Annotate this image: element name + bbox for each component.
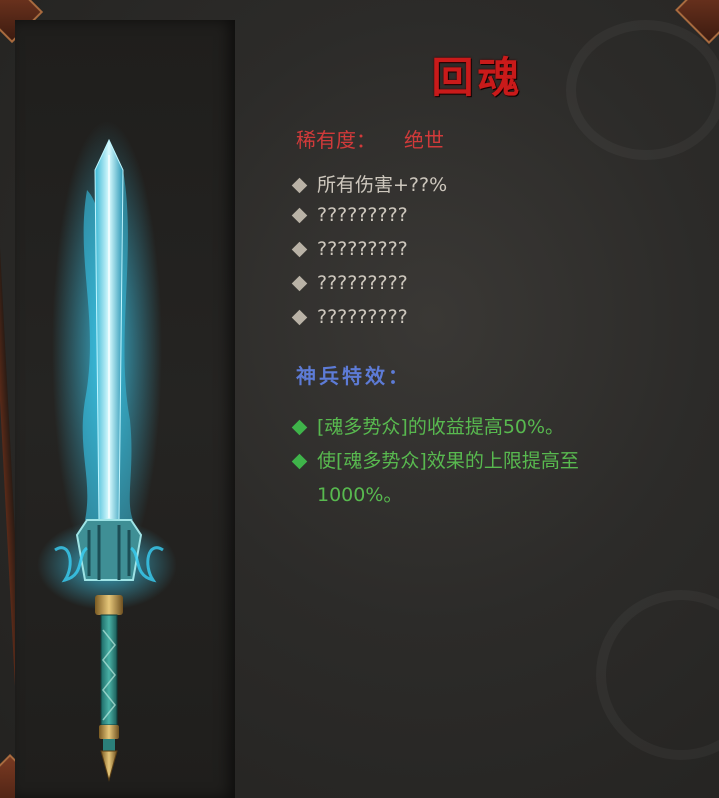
- diamond-bullet-icon: [291, 275, 308, 292]
- sword-illustration: [37, 120, 177, 782]
- stat-line: ?????????: [291, 204, 408, 226]
- stat-line: 所有伤害+??%: [291, 170, 448, 197]
- sword-pommel-ring: [99, 725, 119, 739]
- stat-text: ?????????: [317, 272, 408, 294]
- diamond-bullet-icon: [291, 309, 308, 326]
- diamond-bullet-icon: [291, 419, 308, 436]
- diamond-bullet-icon: [291, 177, 308, 194]
- rarity-row: 稀有度： 绝世: [296, 124, 444, 153]
- effect-text: [魂多势众]的收益提高50%。: [317, 416, 565, 438]
- rarity-value: 绝世: [404, 128, 444, 152]
- rarity-label: 稀有度：: [296, 128, 376, 152]
- stat-text: ?????????: [317, 238, 408, 260]
- stat-line: ?????????: [291, 306, 408, 328]
- sword-pommel-neck: [103, 739, 115, 751]
- diamond-bullet-icon: [291, 207, 308, 224]
- stat-text: 所有伤害+??%: [317, 174, 448, 196]
- item-name: 回魂: [431, 53, 524, 102]
- effect-text: 使[魂多势众]效果的上限提高至1000%。: [317, 450, 579, 506]
- stat-line: ?????????: [291, 272, 408, 294]
- stat-text: ?????????: [317, 204, 408, 226]
- sword-pommel-tip: [100, 750, 118, 782]
- diamond-bullet-icon: [291, 453, 308, 470]
- special-effect-line: [魂多势众]的收益提高50%。: [291, 410, 654, 444]
- item-tooltip-panel: 回魂 稀有度： 绝世 所有伤害+??% ????????? ????????? ?…: [0, 0, 719, 798]
- stat-line: ?????????: [291, 238, 408, 260]
- sword-collar: [95, 595, 123, 615]
- item-info-panel: 回魂 稀有度： 绝世 所有伤害+??% ????????? ????????? ?…: [236, 0, 719, 798]
- stat-text: ?????????: [317, 306, 408, 328]
- weapon-portrait-panel: [15, 20, 235, 798]
- cloud-pattern-bottom: [596, 590, 719, 760]
- diamond-bullet-icon: [291, 241, 308, 258]
- special-effect-line: 使[魂多势众]效果的上限提高至1000%。: [291, 444, 654, 512]
- special-effect-title: 神兵特效：: [296, 364, 411, 388]
